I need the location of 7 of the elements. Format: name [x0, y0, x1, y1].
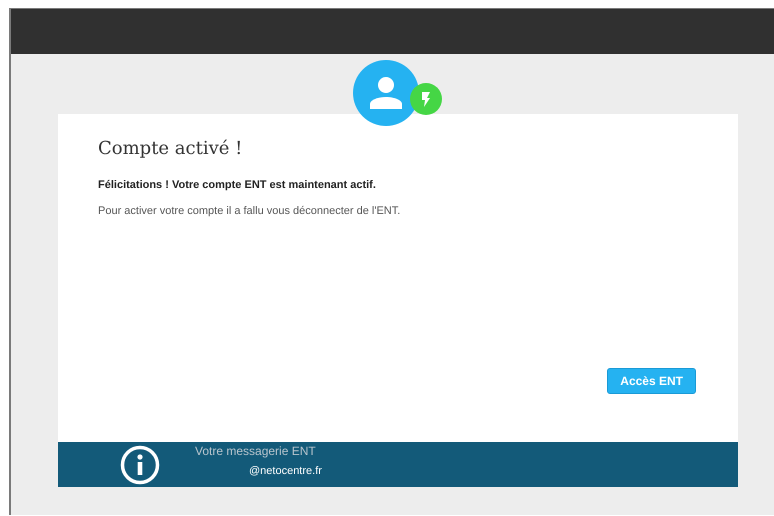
success-message: Félicitations ! Votre compte ENT est maintenant actif. — [98, 179, 377, 191]
access-button[interactable]: Accès ENT — [607, 368, 696, 394]
info-icon — [120, 444, 160, 484]
info-text: Pour activer votre compte il a fallu vous déconnecter de l'ENT. — [98, 205, 402, 217]
footer-title: Votre messagerie ENT — [195, 444, 317, 458]
card-title: Compte activé ! — [98, 138, 244, 159]
email-domain: @netocentre.fr — [249, 465, 322, 477]
